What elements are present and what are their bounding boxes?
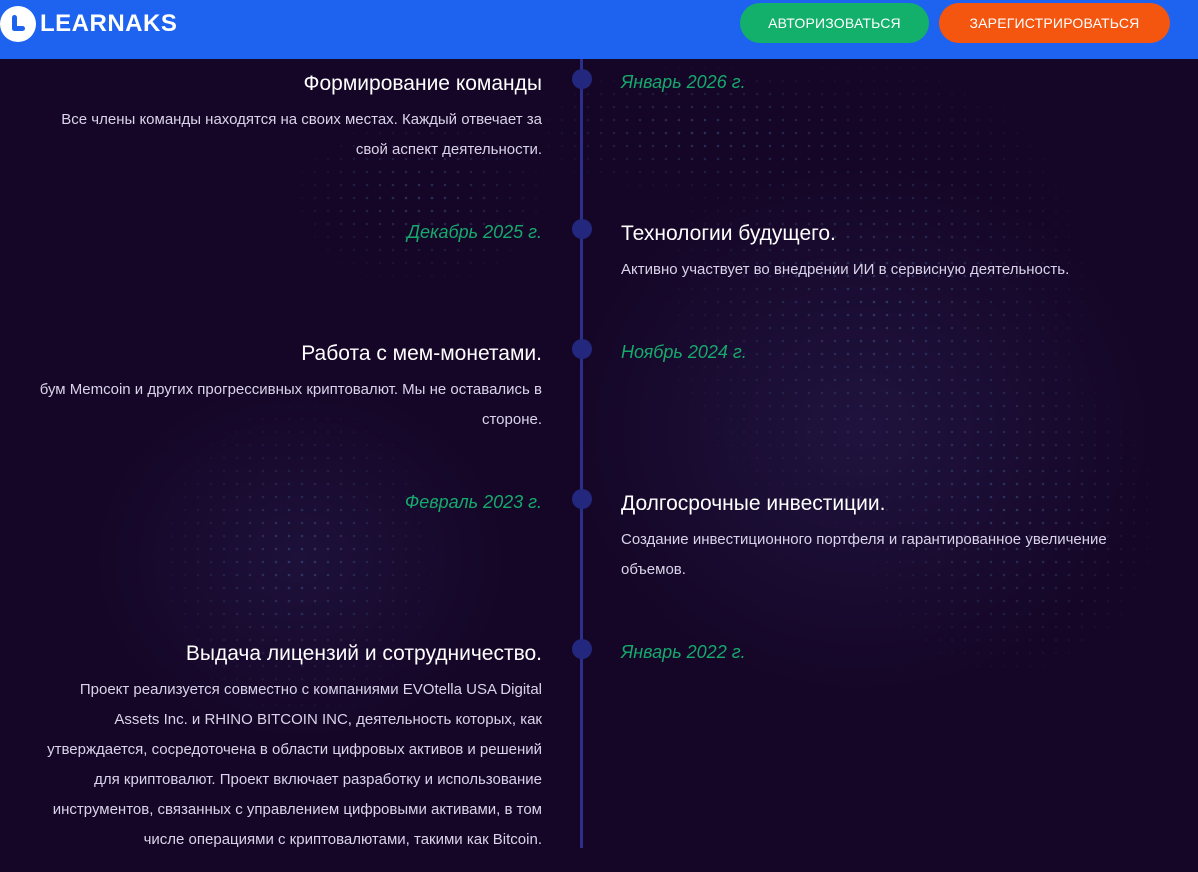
milestone-date: Февраль 2023 г. xyxy=(404,492,542,512)
milestone-date: Декабрь 2025 г. xyxy=(407,222,542,242)
milestone-date: Ноябрь 2024 г. xyxy=(621,342,747,362)
logo-text: LEARNAKS xyxy=(40,10,178,37)
milestone-title: Работа с мем-монетами. xyxy=(301,342,542,365)
description-line: Проект реализуется совместно с компаниям… xyxy=(79,681,542,698)
header-bar: LEARNAKS АВТОРИЗОВАТЬСЯ ЗАРЕГИСТРИРОВАТЬ… xyxy=(0,0,1198,59)
description-line: свой аспект деятельности. xyxy=(355,141,542,158)
description-line: для криптовалют. Проект включает разрабо… xyxy=(94,771,542,788)
description-line: Все члены команды находятся на своих мес… xyxy=(61,111,542,128)
milestone-description: Активно участвует во внедрении ИИ в серв… xyxy=(621,255,1069,285)
login-button[interactable]: АВТОРИЗОВАТЬСЯ xyxy=(740,3,929,43)
milestone-title: Выдача лицензий и сотрудничество. xyxy=(185,642,542,665)
timeline-node xyxy=(572,69,592,89)
timeline-node xyxy=(572,219,592,239)
timeline-node xyxy=(572,339,592,359)
timeline-node xyxy=(572,489,592,509)
milestone-title: Технологии будущего. xyxy=(621,222,836,245)
description-line: объемов. xyxy=(621,561,686,578)
milestone-description: Создание инвестиционного портфеля и гара… xyxy=(621,525,1107,585)
milestone-description: Все члены команды находятся на своих мес… xyxy=(61,105,542,165)
description-line: инструментов, связанных с управлением ци… xyxy=(52,801,542,818)
milestone-date: Январь 2022 г. xyxy=(621,642,746,662)
description-line: Assets Inc. и RHINO BITCOIN INC, деятель… xyxy=(114,711,542,728)
page: LEARNAKS АВТОРИЗОВАТЬСЯ ЗАРЕГИСТРИРОВАТЬ… xyxy=(0,0,1198,872)
timeline-axis xyxy=(580,59,583,848)
milestone-title: Долгосрочные инвестиции. xyxy=(621,492,886,515)
description-line: бум Memcoin и других прогрессивных крипт… xyxy=(39,381,542,398)
milestone-title: Формирование команды xyxy=(303,72,542,95)
description-line: Создание инвестиционного портфеля и гара… xyxy=(621,531,1107,548)
register-button[interactable]: ЗАРЕГИСТРИРОВАТЬСЯ xyxy=(939,3,1170,43)
description-line: Активно участвует во внедрении ИИ в серв… xyxy=(621,261,1070,278)
description-line: утверждается, сосредоточена в области ци… xyxy=(47,741,542,758)
logo-icon xyxy=(0,6,36,42)
milestone-date: Январь 2026 г. xyxy=(621,72,746,92)
description-line: стороне. xyxy=(481,411,542,428)
milestone-description: Проект реализуется совместно с компаниям… xyxy=(47,675,542,855)
description-line: числе операциями с криптовалютами, таким… xyxy=(143,831,542,848)
timeline-node xyxy=(572,639,592,659)
logo[interactable]: LEARNAKS xyxy=(0,6,177,42)
milestone-description: бум Memcoin и других прогрессивных крипт… xyxy=(40,375,542,435)
